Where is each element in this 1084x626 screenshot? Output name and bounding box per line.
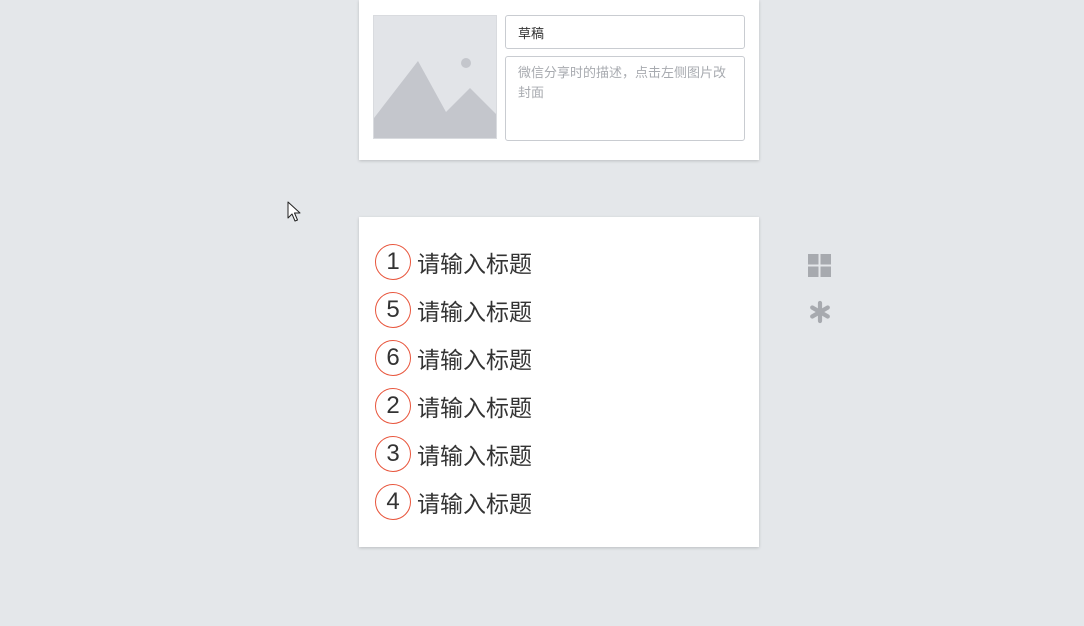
list-card: 1 请输入标题 5 请输入标题 6 请输入标题 2 请输入标题 3 请输入标题 … xyxy=(359,217,759,547)
list-item[interactable]: 4 请输入标题 xyxy=(375,483,532,521)
item-number-badge: 1 xyxy=(375,244,411,280)
item-title: 请输入标题 xyxy=(417,300,532,326)
cover-card xyxy=(359,0,759,160)
title-input[interactable] xyxy=(505,15,745,49)
cover-image-placeholder[interactable] xyxy=(373,15,497,139)
item-number-badge: 6 xyxy=(375,340,411,376)
grid-icon[interactable] xyxy=(808,254,832,278)
item-number-badge: 4 xyxy=(375,484,411,520)
mouse-cursor-icon xyxy=(287,201,301,222)
asterisk-icon[interactable] xyxy=(808,300,832,324)
item-number-badge: 2 xyxy=(375,388,411,424)
item-title: 请输入标题 xyxy=(417,396,532,422)
item-title: 请输入标题 xyxy=(417,348,532,374)
image-placeholder-icon xyxy=(374,16,496,138)
list-item[interactable]: 2 请输入标题 xyxy=(375,387,532,425)
item-title: 请输入标题 xyxy=(417,444,532,470)
description-field[interactable] xyxy=(505,56,745,141)
item-title: 请输入标题 xyxy=(417,492,532,518)
item-title: 请输入标题 xyxy=(417,252,532,278)
list-item[interactable]: 5 请输入标题 xyxy=(375,291,532,329)
list-item[interactable]: 1 请输入标题 xyxy=(375,243,532,281)
list-item[interactable]: 3 请输入标题 xyxy=(375,435,532,473)
item-number-badge: 3 xyxy=(375,436,411,472)
list-item[interactable]: 6 请输入标题 xyxy=(375,339,532,377)
item-number-badge: 5 xyxy=(375,292,411,328)
